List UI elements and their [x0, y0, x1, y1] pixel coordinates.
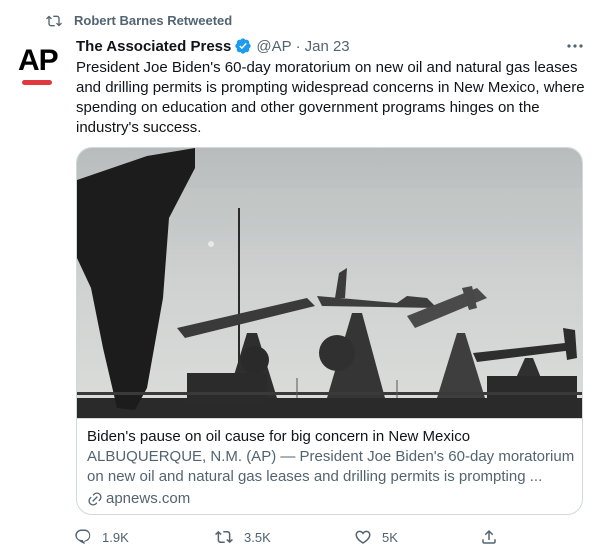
reply-button[interactable]: 1.9K: [74, 525, 129, 549]
tweet-text: President Joe Biden's 60-day moratorium …: [76, 59, 585, 136]
retweeted-by-text[interactable]: Robert Barnes Retweeted: [74, 13, 232, 28]
share-button[interactable]: [480, 525, 508, 549]
like-button[interactable]: 5K: [354, 525, 398, 549]
retweet-count: 3.5K: [244, 529, 271, 545]
author-handle[interactable]: @AP: [256, 38, 291, 55]
avatar[interactable]: AP: [14, 40, 62, 88]
like-count: 5K: [382, 529, 398, 545]
retweet-icon: [46, 15, 62, 27]
card-title[interactable]: Biden's pause on oil cause for big conce…: [87, 427, 577, 447]
tweet-actions: 1.9K 3.5K 5K: [74, 525, 514, 549]
more-options-button[interactable]: [563, 36, 587, 56]
retweet-action-icon: [215, 530, 233, 544]
header-separator: ·: [295, 37, 301, 55]
ap-logo: AP: [18, 44, 59, 77]
card-body[interactable]: Biden's pause on oil cause for big conce…: [77, 418, 582, 514]
heart-icon: [355, 530, 371, 544]
tweet-date[interactable]: Jan 23: [305, 38, 350, 55]
verified-badge-icon: [235, 38, 252, 54]
share-icon: [482, 529, 496, 544]
link-icon: [88, 492, 102, 506]
author-display-name[interactable]: The Associated Press: [76, 38, 231, 55]
card-description: ALBUQUERQUE, N.M. (AP) — President Joe B…: [87, 448, 575, 485]
reply-icon: [75, 529, 91, 545]
tweet-header: The Associated Press @AP · Jan 23: [76, 36, 350, 56]
card-domain-text[interactable]: apnews.com: [106, 489, 190, 509]
more-dots-icon: [567, 44, 583, 48]
retweet-button[interactable]: 3.5K: [214, 525, 271, 549]
ap-logo-accent-bar: [22, 80, 52, 85]
card-image[interactable]: [77, 148, 583, 418]
card-domain[interactable]: apnews.com: [87, 489, 190, 509]
link-card[interactable]: Biden's pause on oil cause for big conce…: [76, 147, 583, 515]
reply-count: 1.9K: [102, 529, 129, 545]
